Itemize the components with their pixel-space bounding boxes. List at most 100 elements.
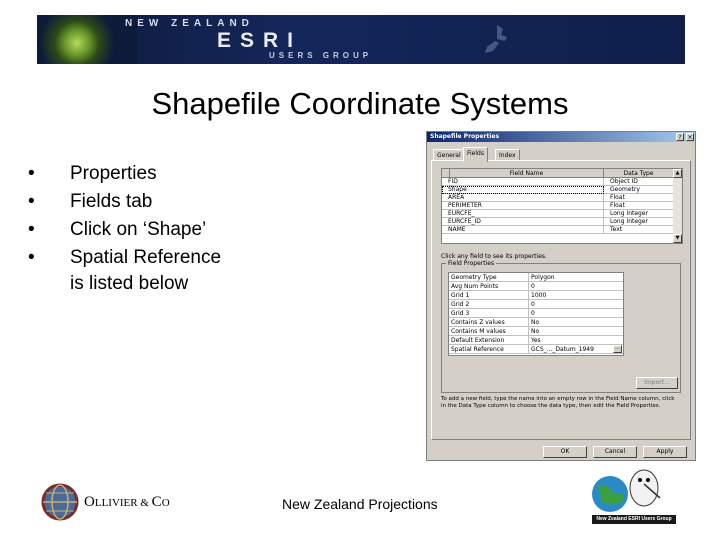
property-value[interactable]: Polygon [529,273,623,282]
globe-icon [41,483,79,521]
property-key: Grid 2 [449,300,529,309]
property-row: Grid 3 0 [449,309,623,318]
bullet-text: Fields tab [70,191,153,212]
bullet-dot: • [28,247,35,268]
property-key: Contains M values [449,327,529,336]
property-value[interactable]: 1000 [529,291,623,300]
data-type-cell[interactable]: Long Integer [604,218,674,226]
footer-text: New Zealand Projections [282,496,438,512]
property-row: Grid 2 0 [449,300,623,309]
banner-line2: ESRI [217,29,303,52]
field-name-cell[interactable]: AREA [442,194,604,202]
property-key: Grid 1 [449,291,529,300]
spatial-reference-button[interactable]: ... [613,345,622,353]
company-o: O [161,497,170,509]
field-name-cell[interactable]: FID [442,178,604,186]
property-row: Avg Num Points 0 [449,282,623,291]
data-type-cell[interactable]: Float [604,194,674,202]
property-value[interactable]: 0 [529,300,623,309]
banner-line1: NEW ZEALAND [125,18,254,29]
ollivier-logo: OLLIVIER & CO [40,480,200,526]
column-header-data-type[interactable]: Data Type [604,169,674,178]
cancel-button[interactable]: Cancel [593,446,637,458]
field-name-cell[interactable]: EURCFE_ID [442,218,604,226]
table-row[interactable]: PERIMETER Float [442,202,674,210]
table-row[interactable]: NAME Text [442,226,674,234]
hint-text: Click any field to see its properties. [441,253,547,260]
company-initial: O [84,494,95,510]
bullet-text: Click on ‘Shape’ [70,219,207,240]
property-key: Grid 3 [449,309,529,318]
bullet-list: • Properties • Fields tab • Click on ‘Sh… [28,160,268,296]
table-row[interactable]: AREA Float [442,194,674,202]
spatial-reference-value[interactable]: GCS_..._Datum_1949 [529,345,623,354]
table-row-selected[interactable]: Shape Geometry [442,186,674,194]
tab-fields[interactable]: Fields [463,147,488,162]
company-c: C [151,494,162,510]
table-row[interactable]: EURCFE_ Long Integer [442,210,674,218]
banner-line3: USERS GROUP [269,51,373,60]
field-name-cell[interactable]: Shape [442,186,604,194]
grid-header: Field Name Data Type [442,169,674,178]
close-button[interactable]: × [686,133,694,141]
bullet-item: • Click on ‘Shape’ [28,216,268,244]
bullet-dot: • [28,219,35,240]
data-type-cell[interactable]: Geometry [604,186,674,194]
property-key: Default Extension [449,336,529,345]
data-type-cell[interactable]: Text [604,226,674,234]
property-value[interactable]: No [529,327,623,336]
import-button[interactable]: Import... [636,377,678,389]
property-row: Grid 1 1000 [449,291,623,300]
data-type-cell[interactable]: Float [604,202,674,210]
grid-corner [442,169,450,178]
bullet-item: • Fields tab [28,188,268,216]
property-key: Avg Num Points [449,282,529,291]
new-zealand-map-icon [485,25,507,53]
bullet-text-line1: Spatial Reference [70,247,222,268]
company-amp: & [137,497,152,509]
fields-grid[interactable]: Field Name Data Type FID Object ID Shape… [441,168,683,244]
company-rest: LLIVIER [94,497,138,509]
field-name-cell[interactable]: NAME [442,226,604,234]
property-value[interactable]: 0 [529,309,623,318]
apply-button[interactable]: Apply [643,446,687,458]
vertical-scrollbar[interactable]: ▲ ▼ [673,169,682,243]
property-row: Default Extension Yes [449,336,623,345]
field-name-cell[interactable]: EURCFE_ [442,210,604,218]
property-value[interactable]: Yes [529,336,623,345]
data-type-cell[interactable]: Long Integer [604,210,674,218]
bullet-item: • Properties [28,160,268,188]
property-key: Contains Z values [449,318,529,327]
table-row[interactable]: EURCFE_ID Long Integer [442,218,674,226]
instructions-text: To add a new field, type the name into a… [441,396,675,409]
property-value[interactable]: No [529,318,623,327]
property-row: Contains M values No [449,327,623,336]
bullet-text: Spatial Reference is listed below [70,244,268,296]
field-properties-table: Geometry Type Polygon Avg Num Points 0 G… [448,272,624,356]
bullet-dot: • [28,191,35,212]
table-row[interactable]: FID Object ID [442,178,674,186]
field-properties-group: Field Properties Geometry Type Polygon A… [441,260,681,393]
dialog-title: Shapefile Properties [427,132,695,142]
property-row: Contains Z values No [449,318,623,327]
bullet-item: • Spatial Reference is listed below [28,244,268,296]
slide-title: Shapefile Coordinate Systems [151,86,569,121]
ok-button[interactable]: OK [543,446,587,458]
bullet-dot: • [28,163,35,184]
scroll-down-icon[interactable]: ▼ [673,234,682,243]
scroll-up-icon[interactable]: ▲ [673,169,682,178]
esri-users-group-badge: New Zealand ESRI Users Group [592,515,676,524]
property-key: Geometry Type [449,273,529,282]
property-row: Geometry Type Polygon [449,273,623,282]
field-name-cell[interactable]: PERIMETER [442,202,604,210]
column-header-field-name[interactable]: Field Name [450,169,604,178]
property-row-spatial-reference: Spatial Reference GCS_..._Datum_1949 ... [449,345,623,354]
help-button[interactable]: ? [676,133,684,141]
property-value[interactable]: 0 [529,282,623,291]
company-name: OLLIVIER & CO [84,494,170,511]
data-type-cell[interactable]: Object ID [604,178,674,186]
field-properties-label: Field Properties [446,260,497,267]
bullet-text-line2: is listed below [70,273,189,294]
shapefile-properties-dialog: Shapefile Properties ? × General Fields … [426,131,696,461]
bullet-text: Properties [70,163,157,184]
